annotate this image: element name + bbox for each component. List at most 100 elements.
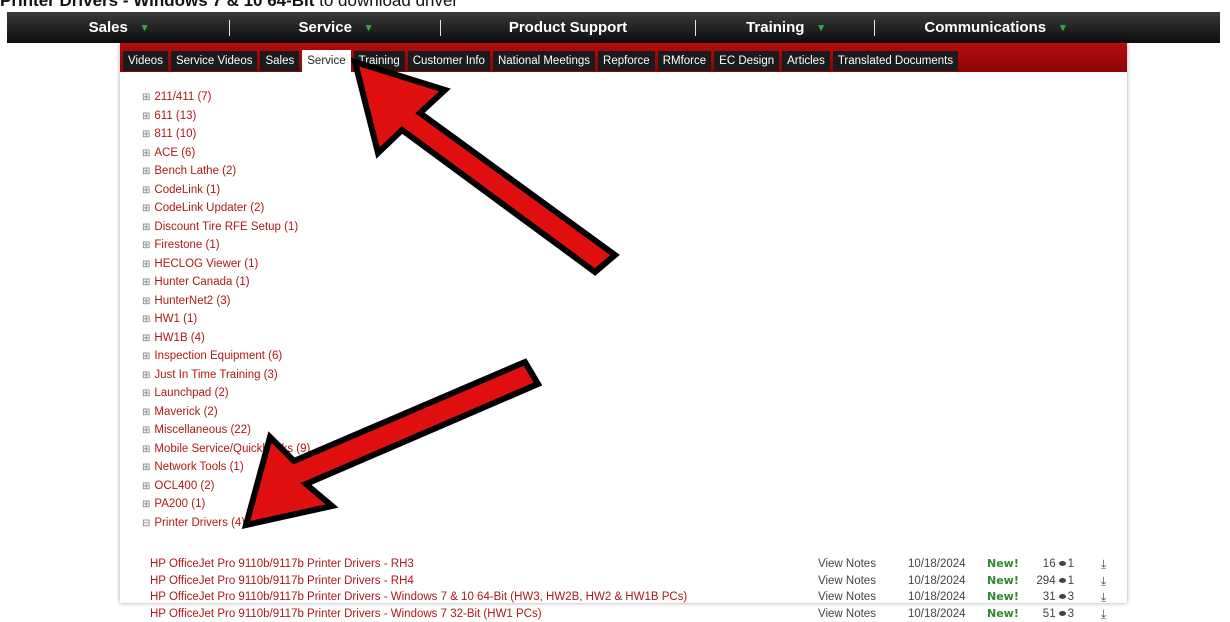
- category-tree: ⊞211/411 (7) ⊞611 (13) ⊞811 (10) ⊞ACE (6…: [142, 88, 310, 532]
- tab-translated-documents[interactable]: Translated Documents: [833, 51, 958, 71]
- tree-item[interactable]: ⊞HunterNet2 (3): [142, 292, 310, 311]
- tab-repforce[interactable]: Repforce: [598, 51, 655, 71]
- nav-service[interactable]: Service▾: [230, 12, 440, 43]
- nav-training-label: Training: [746, 19, 804, 36]
- download-icon[interactable]: ⤓: [1101, 573, 1106, 590]
- tree-item[interactable]: ⊞ Bench Lathe (2): [142, 162, 310, 181]
- tree-item-label: Network Tools (1): [154, 461, 243, 473]
- document-stats: 2941: [1030, 573, 1074, 590]
- tab-videos[interactable]: Videos: [123, 51, 168, 71]
- download-count: 3: [1068, 608, 1074, 620]
- document-link[interactable]: HP OfficeJet Pro 9110b/9117b Printer Dri…: [150, 589, 687, 606]
- tab-rmforce[interactable]: RMforce: [658, 51, 711, 71]
- tree-item-label: HW1B (4): [154, 332, 204, 344]
- tree-item-label: Hunter Canada (1): [154, 276, 249, 288]
- eye-icon: [1059, 611, 1066, 616]
- nav-product-support-label: Product Support: [509, 19, 627, 36]
- eye-icon: [1059, 594, 1066, 599]
- view-notes-link[interactable]: View Notes: [818, 556, 876, 573]
- tree-item[interactable]: ⊞HECLOG Viewer (1): [142, 255, 310, 274]
- plus-box-icon: ⊞: [142, 462, 150, 473]
- tree-item[interactable]: ⊞ CodeLink (1): [142, 181, 310, 200]
- plus-box-icon: ⊞: [142, 166, 150, 177]
- tree-item[interactable]: ⊞CodeLink Updater (2): [142, 199, 310, 218]
- tree-item[interactable]: ⊞ HW1B (4): [142, 329, 310, 348]
- tree-item[interactable]: ⊞ ACE (6): [142, 144, 310, 163]
- plus-box-icon: ⊞: [142, 277, 150, 288]
- tree-item[interactable]: ⊞Just In Time Training (3): [142, 366, 310, 385]
- download-count: 3: [1068, 591, 1074, 603]
- tree-item[interactable]: ⊞211/411 (7): [142, 88, 310, 107]
- nav-training[interactable]: Training ▾: [696, 12, 874, 43]
- view-count: 16: [1043, 558, 1056, 570]
- tree-item-label: Miscellaneous (22): [154, 424, 251, 436]
- tab-training[interactable]: Training: [354, 51, 405, 71]
- tab-national-meetings[interactable]: National Meetings: [493, 51, 595, 71]
- document-link[interactable]: HP OfficeJet Pro 9110b/9117b Printer Dri…: [150, 606, 542, 622]
- tab-service[interactable]: Service: [302, 50, 350, 72]
- tree-item-label: Just In Time Training (3): [154, 369, 277, 381]
- document-link[interactable]: HP OfficeJet Pro 9110b/9117b Printer Dri…: [150, 556, 414, 573]
- tree-item-printer-drivers[interactable]: ⊟Printer Drivers (4): [142, 514, 310, 533]
- tab-ec-design[interactable]: EC Design: [714, 51, 779, 71]
- tree-item[interactable]: ⊞PA200 (1): [142, 495, 310, 514]
- plus-box-icon: ⊞: [142, 351, 150, 362]
- nav-sales[interactable]: Sales▾: [7, 12, 229, 43]
- plus-box-icon: ⊞: [142, 333, 150, 344]
- tree-item[interactable]: ⊞Maverick (2): [142, 403, 310, 422]
- tree-item[interactable]: ⊞ Miscellaneous (22): [142, 421, 310, 440]
- chevron-down-icon: ▾: [818, 21, 824, 34]
- tree-item[interactable]: ⊞Firestone (1): [142, 236, 310, 255]
- tab-service-videos[interactable]: Service Videos: [171, 51, 258, 71]
- view-notes-link[interactable]: View Notes: [818, 606, 876, 622]
- download-icon[interactable]: ⤓: [1101, 556, 1106, 573]
- tree-item[interactable]: ⊞OCL400 (2): [142, 477, 310, 496]
- tree-item-label: CodeLink (1): [154, 184, 220, 196]
- document-stats: 31 3: [1030, 589, 1074, 606]
- tab-sales[interactable]: Sales: [260, 51, 299, 71]
- plus-box-icon: ⊞: [142, 240, 150, 251]
- tree-item[interactable]: ⊞811 (10): [142, 125, 310, 144]
- tree-item[interactable]: ⊞ Hunter Canada (1): [142, 273, 310, 292]
- plus-box-icon: ⊞: [142, 259, 150, 270]
- document-date: 10/18/2024: [908, 556, 966, 573]
- document-stats: 51 3: [1030, 606, 1074, 622]
- view-notes-link[interactable]: View Notes: [818, 573, 876, 590]
- tree-item-label: HW1 (1): [154, 313, 197, 325]
- document-list: HP OfficeJet Pro 9110b/9117b Printer Dri…: [150, 556, 1110, 622]
- nav-product-support[interactable]: Product Support: [441, 12, 695, 43]
- tree-item-label: ACE (6): [154, 147, 195, 159]
- nav-sales-label: Sales: [89, 19, 128, 36]
- new-badge: New!: [987, 606, 1019, 622]
- new-badge: New!: [987, 573, 1019, 590]
- tab-customer-info[interactable]: Customer Info: [408, 51, 490, 71]
- tree-item[interactable]: ⊞Mobile Service/Quickbooks (9): [142, 440, 310, 459]
- view-count: 31: [1043, 591, 1056, 603]
- tree-item[interactable]: ⊞ Network Tools (1): [142, 458, 310, 477]
- tree-item[interactable]: ⊞Discount Tire RFE Setup (1): [142, 218, 310, 237]
- tree-item-label: Printer Drivers (4): [154, 517, 245, 529]
- document-stats: 161: [1030, 556, 1074, 573]
- plus-box-icon: ⊞: [142, 296, 150, 307]
- view-count: 51: [1043, 608, 1056, 620]
- plus-box-icon: ⊞: [142, 185, 150, 196]
- new-badge: New!: [987, 556, 1019, 573]
- nav-communications[interactable]: Communications▾: [875, 12, 1115, 43]
- tree-item-label: Discount Tire RFE Setup (1): [154, 221, 298, 233]
- tree-item-label: Bench Lathe (2): [154, 165, 236, 177]
- tree-item[interactable]: ⊞Inspection Equipment (6): [142, 347, 310, 366]
- download-icon[interactable]: ⤓: [1101, 606, 1106, 622]
- document-link[interactable]: HP OfficeJet Pro 9110b/9117b Printer Dri…: [150, 573, 414, 590]
- tab-articles[interactable]: Articles: [782, 51, 830, 71]
- plus-box-icon: ⊞: [142, 425, 150, 436]
- document-row: HP OfficeJet Pro 9110b/9117b Printer Dri…: [150, 606, 1110, 622]
- view-notes-link[interactable]: View Notes: [818, 589, 876, 606]
- tree-item-label: 611 (13): [154, 110, 196, 122]
- plus-box-icon: ⊞: [142, 148, 150, 159]
- download-icon[interactable]: ⤓: [1101, 589, 1106, 606]
- tree-item[interactable]: ⊞HW1 (1): [142, 310, 310, 329]
- document-date: 10/18/2024: [908, 606, 966, 622]
- tree-item[interactable]: ⊞Launchpad (2): [142, 384, 310, 403]
- tree-item[interactable]: ⊞611 (13): [142, 107, 310, 126]
- plus-box-icon: ⊞: [142, 203, 150, 214]
